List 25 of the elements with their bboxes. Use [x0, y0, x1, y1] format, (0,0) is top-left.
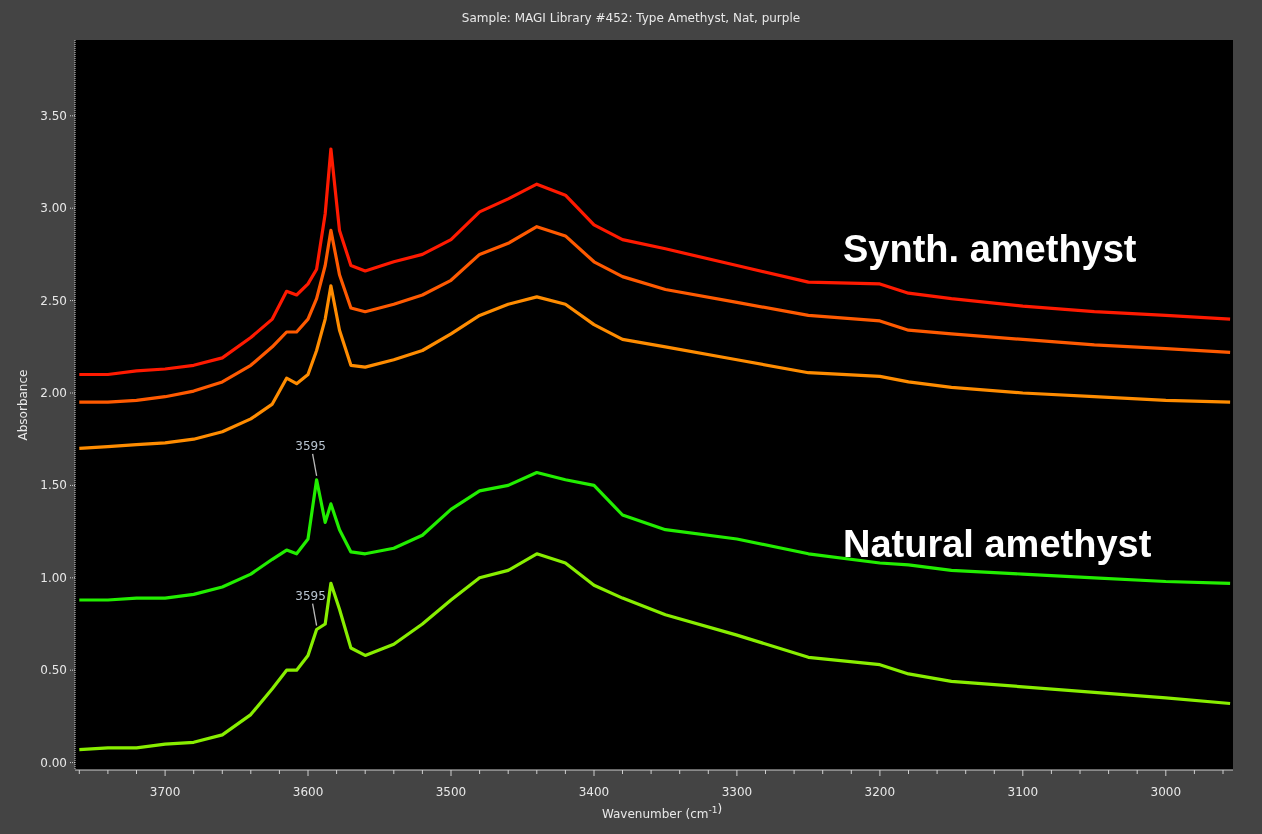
- tick-label: 2.50: [40, 293, 67, 308]
- x-axis-title: Wavenumber (cm$^{-1}$): [601, 802, 723, 821]
- tick-label: 3600: [292, 785, 324, 799]
- chart-title: Sample: MAGI Library #452: Type Amethyst, Nat, purple: [460, 10, 802, 27]
- tick-label: 0.00: [40, 755, 67, 770]
- tick-label: 3300: [721, 785, 753, 799]
- tick-label: 3.00: [40, 201, 67, 216]
- tick-label: 3400: [578, 785, 610, 799]
- tick-label: 3100: [1007, 785, 1039, 799]
- leader-line: [311, 602, 318, 627]
- annotation-label: Synth. amethyst: [843, 228, 1137, 270]
- peak-label: 3595: [295, 438, 326, 453]
- tick-label: 2.00: [40, 386, 67, 400]
- annotation-label: Natural amethyst: [843, 523, 1152, 565]
- tick-label: 1.00: [40, 570, 67, 585]
- tick-label: 3700: [149, 785, 181, 799]
- tick-label: 3.50: [40, 108, 67, 123]
- peak-label: 3595: [295, 588, 326, 603]
- tick-label: 3000: [1150, 785, 1182, 799]
- leader-line: [311, 453, 318, 477]
- tick-label: 1.50: [40, 478, 67, 493]
- tick-label: 3200: [864, 785, 896, 799]
- tick-label: 3500: [435, 785, 467, 799]
- y-axis-title: Absorbance: [16, 369, 30, 441]
- tick-label: 0.50: [40, 663, 67, 678]
